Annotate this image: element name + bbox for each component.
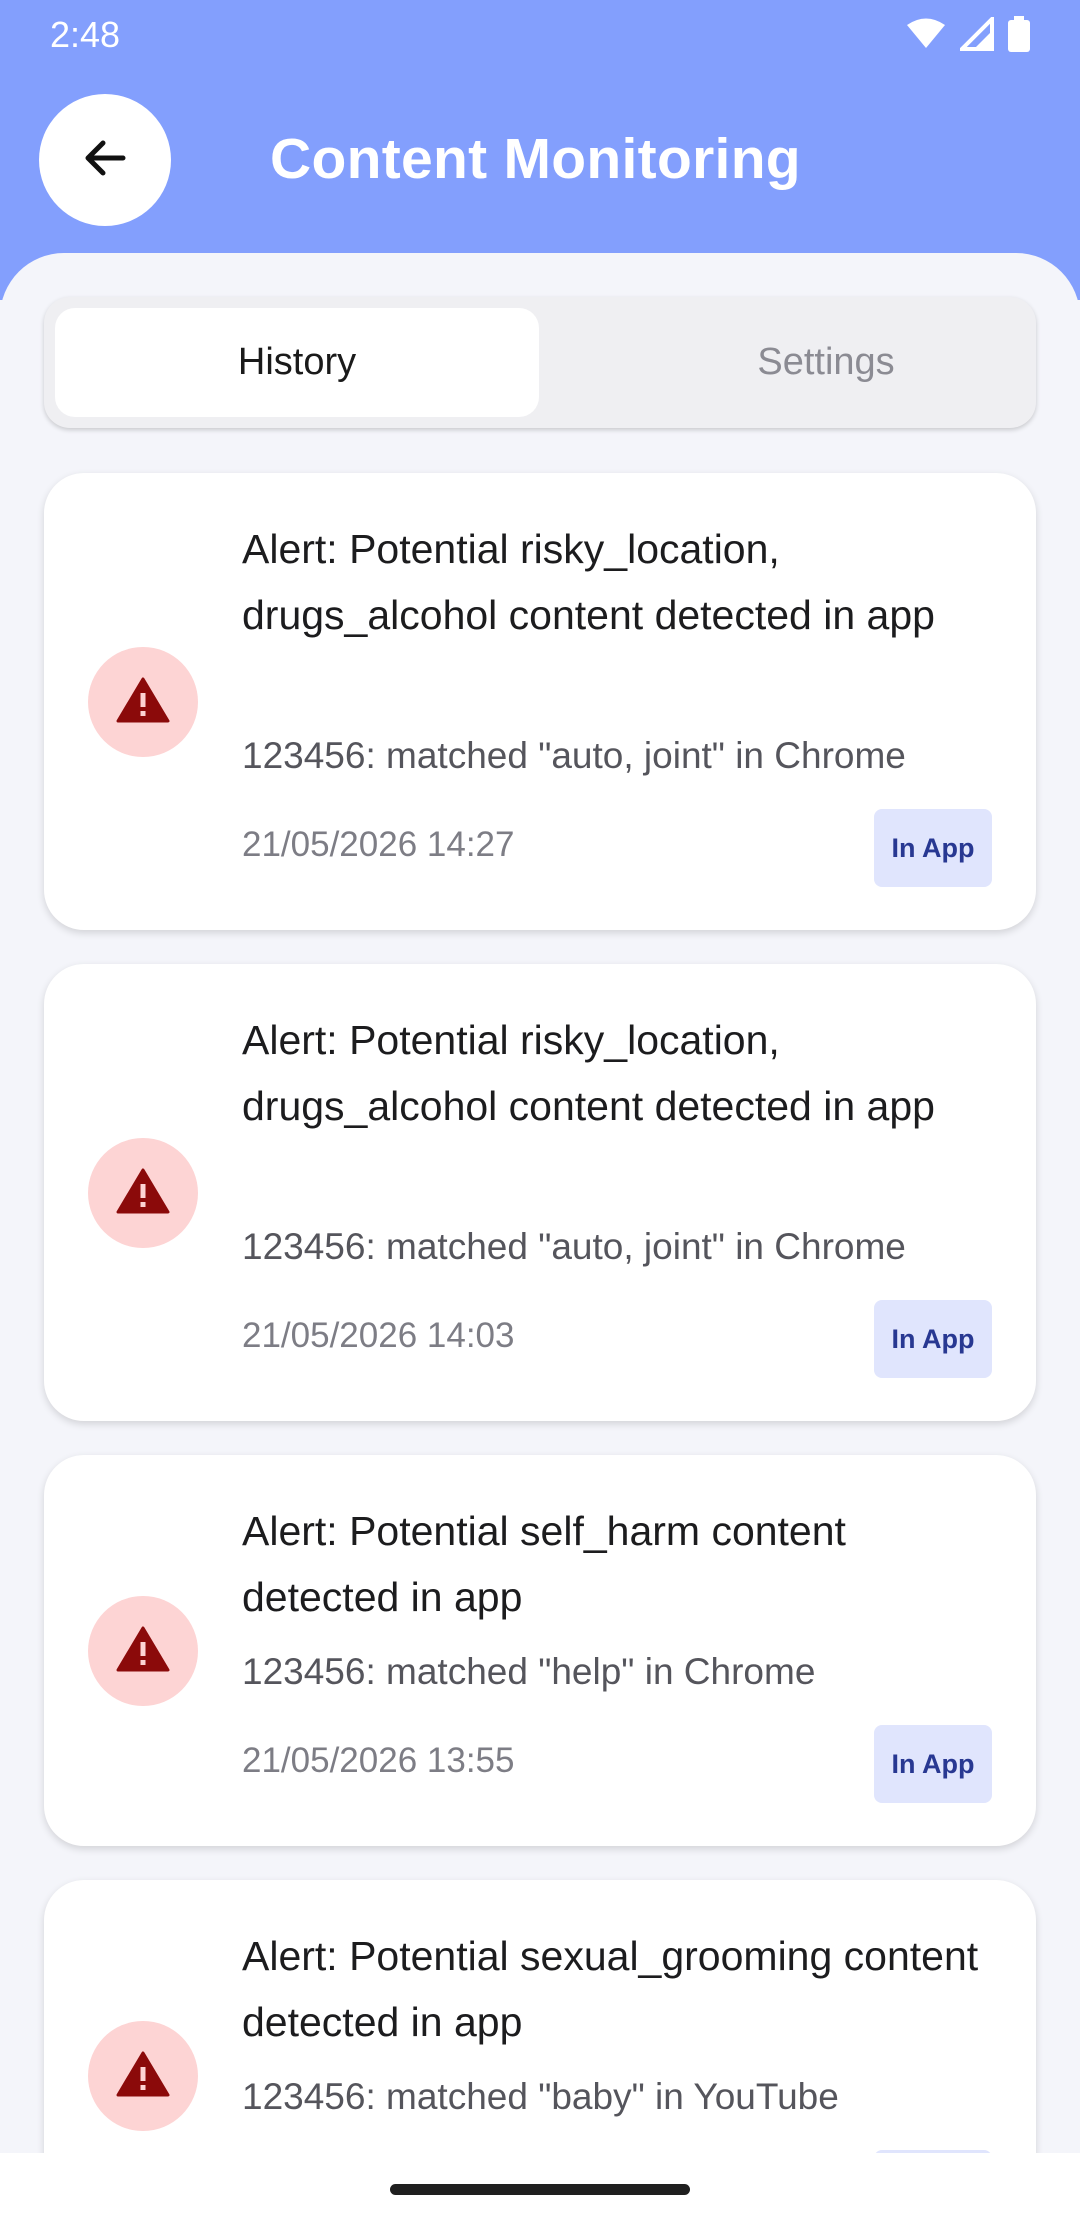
alert-icon-circle [88,647,198,757]
home-gesture-handle[interactable] [390,2184,690,2195]
status-time: 2:48 [50,14,121,55]
alert-timestamp: 21/05/2026 14:03 [242,1316,515,1355]
status-bar: 2:48 [0,0,1080,66]
navigation-bar [0,2153,1080,2220]
alert-detail: 123456: matched "help" in Chrome [242,1651,816,1692]
battery-icon [1008,16,1030,57]
warning-icon [116,677,170,728]
alert-card[interactable]: Alert: Potential risky_location, drugs_a… [44,473,1036,930]
status-icons [906,14,1030,57]
alert-icon-circle [88,2021,198,2131]
warning-icon [116,1626,170,1677]
alert-detail: 123456: matched "auto, joint" in Chrome [242,1226,906,1267]
alert-title: Alert: Potential risky_location, drugs_a… [242,1017,935,1129]
alert-title: Alert: Potential self_harm content detec… [242,1508,846,1620]
alert-title: Alert: Potential sexual_grooming content… [242,1933,979,2045]
alert-card[interactable]: Alert: Potential risky_location, drugs_a… [44,964,1036,1421]
page-title: Content Monitoring [270,127,801,191]
source-badge: In App [874,1300,992,1378]
source-badge: In App [874,1725,992,1803]
arrow-left-icon [81,134,129,187]
signal-icon [957,14,994,56]
back-button[interactable] [39,94,171,226]
alert-icon-circle [88,1138,198,1248]
alert-icon-circle [88,1596,198,1706]
warning-icon [116,1168,170,1219]
wifi-icon [906,18,946,55]
alert-detail: 123456: matched "auto, joint" in Chrome [242,735,906,776]
alert-timestamp: 21/05/2026 14:27 [242,825,515,864]
warning-icon [116,2051,170,2102]
tab-settings[interactable]: Settings [584,308,1068,417]
alert-timestamp: 21/05/2026 13:55 [242,1741,515,1780]
alert-title: Alert: Potential risky_location, drugs_a… [242,526,935,638]
alert-card[interactable]: Alert: Potential self_harm content detec… [44,1455,1036,1846]
source-badge: In App [874,809,992,887]
tab-bar: History Settings [44,297,1036,428]
alert-detail: 123456: matched "baby" in YouTube [242,2076,839,2117]
tab-history[interactable]: History [55,308,539,417]
